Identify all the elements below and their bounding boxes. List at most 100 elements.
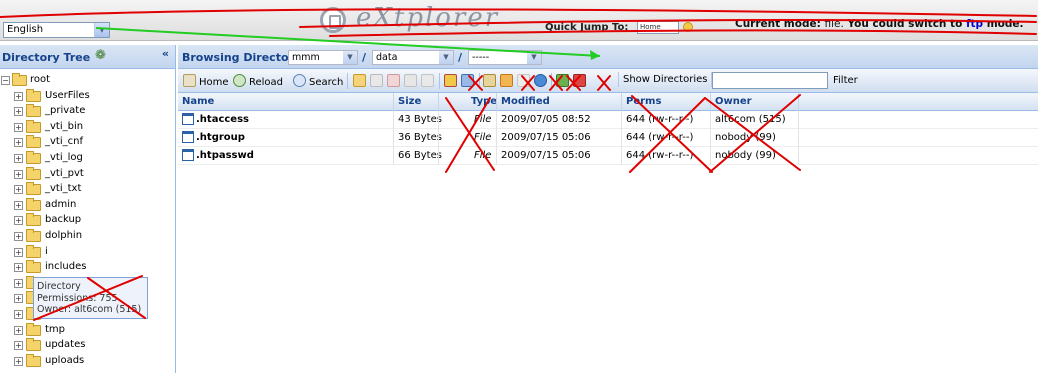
tooltip-type: Directory	[37, 281, 81, 292]
tree-item[interactable]: + _vti_bin	[0, 119, 175, 136]
folder-icon	[26, 166, 41, 180]
file-perms: 644 (rw-r--r--)	[626, 132, 694, 143]
tree-item[interactable]: + _vti_log	[0, 150, 175, 167]
tree-item[interactable]: + uploads	[0, 353, 175, 370]
view-icon[interactable]	[444, 74, 457, 87]
show-directories-button[interactable]: Show Directories	[618, 72, 713, 87]
column-size[interactable]: Size	[398, 96, 421, 107]
column-modified[interactable]: Modified	[501, 96, 550, 107]
expand-icon[interactable]: +	[14, 325, 23, 335]
quick-jump-label: Quick Jump To:	[545, 22, 629, 33]
filter-input[interactable]	[712, 72, 828, 89]
expand-icon[interactable]: +	[14, 309, 23, 319]
tree-item[interactable]: + dolphin	[0, 228, 175, 245]
collapse-icon[interactable]: −	[1, 76, 10, 85]
language-select[interactable]: English ▼	[3, 22, 110, 38]
tree-item[interactable]: + _vti_txt	[0, 182, 175, 198]
new-file-icon[interactable]	[353, 74, 366, 87]
column-type[interactable]: Type	[471, 96, 497, 107]
reload-label: Reload	[249, 77, 284, 88]
column-perms[interactable]: Perms	[626, 96, 661, 107]
tree-item[interactable]: + tmp	[0, 322, 175, 339]
rename-icon[interactable]	[404, 74, 417, 87]
reload-button[interactable]: Reload	[233, 74, 283, 88]
archive-icon[interactable]	[500, 74, 513, 87]
path-value: -----	[472, 52, 490, 63]
toolbar-separator	[347, 73, 348, 89]
download-icon[interactable]	[461, 74, 474, 87]
delete-icon[interactable]	[387, 74, 400, 87]
tree-item-label: _vti_bin	[45, 120, 84, 132]
table-row[interactable]: .htpasswd 66 Bytes File 2009/07/15 05:06…	[178, 147, 1038, 165]
expand-icon[interactable]: +	[14, 185, 23, 195]
folder-icon	[26, 213, 41, 227]
upload-icon[interactable]	[483, 74, 496, 87]
home-button[interactable]: Home	[183, 74, 229, 88]
tree-item[interactable]: + backup	[0, 213, 175, 229]
folder-icon	[26, 338, 41, 352]
expand-icon[interactable]: +	[14, 278, 23, 288]
tree-item-label: updates	[45, 339, 86, 351]
directory-tree-panel: Directory Tree ❁ « − root + UserFiles + _p…	[0, 45, 176, 373]
expand-icon[interactable]: +	[14, 153, 23, 163]
tree-item[interactable]: + UserFiles	[0, 88, 175, 105]
tree-item-label: _vti_pvt	[45, 167, 84, 179]
path-select-1[interactable]: mmm ▼	[288, 50, 358, 65]
expand-icon[interactable]: +	[14, 231, 23, 241]
expand-icon[interactable]: +	[14, 356, 23, 366]
tree-item[interactable]: + _private	[0, 104, 175, 120]
file-name: .htaccess	[196, 114, 249, 125]
file-size: 36 Bytes	[398, 132, 442, 143]
table-row[interactable]: .htaccess 43 Bytes File 2009/07/05 08:52…	[178, 111, 1038, 129]
expand-icon[interactable]: +	[14, 122, 23, 132]
expand-icon[interactable]: +	[14, 216, 23, 226]
expand-icon[interactable]: +	[14, 294, 23, 304]
tree-reload-icon[interactable]: ❁	[95, 49, 109, 63]
chmod-icon[interactable]	[421, 74, 434, 87]
tree-item[interactable]: + updates	[0, 338, 175, 354]
column-separator[interactable]	[621, 93, 622, 111]
browsing-title: Browsing Directory	[182, 51, 302, 64]
expand-icon[interactable]: +	[14, 247, 23, 257]
expand-icon[interactable]: +	[14, 169, 23, 179]
logout-icon[interactable]	[556, 74, 569, 87]
tree-item-root[interactable]: − root	[0, 73, 175, 89]
path-select-2[interactable]: data ▼	[372, 50, 454, 65]
cell-separator	[496, 111, 497, 129]
column-separator[interactable]	[496, 93, 497, 111]
ftp-mode-link[interactable]: ftp	[966, 18, 983, 30]
tree-item[interactable]: + includes	[0, 260, 175, 276]
search-button[interactable]: Search	[293, 74, 343, 88]
expand-icon[interactable]: +	[14, 91, 23, 101]
quick-jump-go-icon[interactable]	[683, 22, 693, 32]
expand-icon[interactable]: +	[14, 138, 23, 148]
collapse-panel-icon[interactable]: «	[162, 47, 169, 60]
column-name[interactable]: Name	[182, 96, 214, 107]
edit-icon[interactable]	[370, 74, 383, 87]
path-separator: /	[458, 51, 463, 64]
tree-item-label: _vti_log	[45, 151, 83, 163]
extract-icon[interactable]	[517, 74, 530, 87]
expand-icon[interactable]: +	[14, 341, 23, 351]
column-separator[interactable]	[393, 93, 394, 111]
folder-icon	[26, 88, 41, 102]
column-separator[interactable]	[798, 93, 799, 111]
file-icon	[182, 131, 194, 143]
file-owner: nobody (99)	[715, 150, 776, 161]
table-row[interactable]: .htgroup 36 Bytes File 2009/07/15 05:06 …	[178, 129, 1038, 147]
column-separator[interactable]	[710, 93, 711, 111]
quick-jump-select[interactable]: Home	[637, 21, 679, 34]
tree-item[interactable]: + _vti_pvt	[0, 166, 175, 183]
toolbar-separator	[479, 73, 480, 89]
admin-icon[interactable]	[573, 74, 586, 87]
column-owner[interactable]: Owner	[715, 96, 752, 107]
tree-item[interactable]: + _vti_cnf	[0, 135, 175, 151]
column-separator[interactable]	[438, 93, 439, 111]
expand-icon[interactable]: +	[14, 200, 23, 210]
expand-icon[interactable]: +	[14, 107, 23, 117]
expand-icon[interactable]: +	[14, 263, 23, 273]
path-select-3[interactable]: ----- ▼	[468, 50, 542, 65]
transfer-icon[interactable]	[534, 74, 547, 87]
tree-item[interactable]: + admin	[0, 197, 175, 214]
tree-item[interactable]: + i	[0, 244, 175, 261]
